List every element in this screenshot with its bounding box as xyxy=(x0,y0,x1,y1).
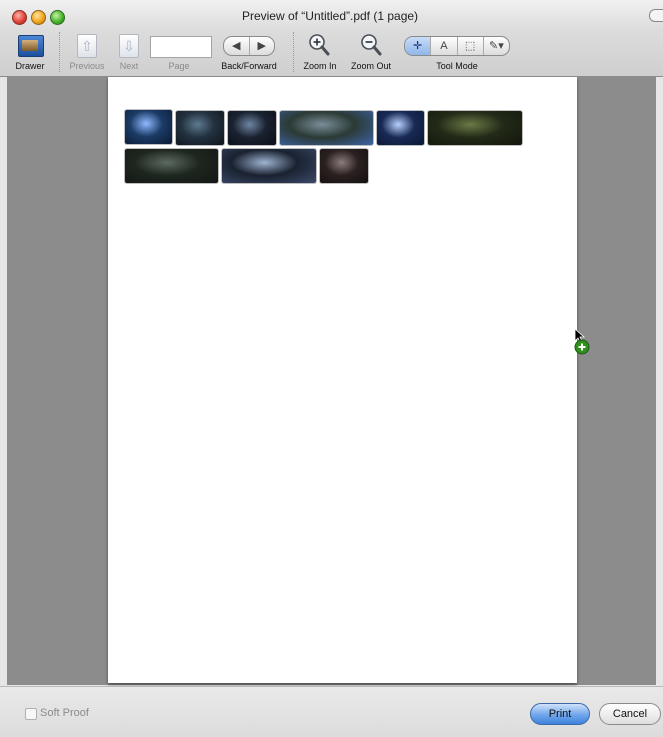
thumbnail-image[interactable] xyxy=(125,110,172,144)
page-item: Page xyxy=(150,32,208,72)
tool-mode-segment: ✛ A ⬚ ✎▾ xyxy=(404,36,510,56)
preview-window: Preview of “Untitled”.pdf (1 page) Drawe… xyxy=(0,0,663,737)
page-label: Page xyxy=(168,61,190,71)
drawer-button[interactable]: Drawer xyxy=(10,32,50,72)
thumbnail-image[interactable] xyxy=(222,149,316,183)
back-button[interactable]: ◀ xyxy=(224,37,250,55)
tool-mode-control: ✛ A ⬚ ✎▾ Tool Mode xyxy=(404,32,510,72)
forward-button[interactable]: ▶ xyxy=(250,37,275,55)
next-label: Next xyxy=(119,61,139,71)
soft-proof-checkbox[interactable] xyxy=(25,708,37,720)
previous-label: Previous xyxy=(69,61,105,71)
thumbnail-image[interactable] xyxy=(228,111,276,145)
zoom-out-button[interactable]: Zoom Out xyxy=(346,32,396,72)
previous-button[interactable]: ⇧ Previous xyxy=(68,32,106,72)
zoom-in-label: Zoom In xyxy=(303,61,337,71)
soft-proof-label[interactable]: Soft Proof xyxy=(40,707,89,719)
thumbnail-image[interactable] xyxy=(428,111,522,145)
select-tool-button[interactable]: ⬚ xyxy=(458,37,484,55)
close-window-button[interactable] xyxy=(12,10,27,25)
thumbnail-image[interactable] xyxy=(320,149,368,183)
move-tool-button[interactable]: ✛ xyxy=(405,37,432,55)
title-toolbar: Preview of “Untitled”.pdf (1 page) Drawe… xyxy=(0,0,663,77)
zoom-in-button[interactable]: Zoom In xyxy=(298,32,342,72)
thumbnail-image[interactable] xyxy=(280,111,373,145)
back-forward-label: Back/Forward xyxy=(221,61,277,71)
down-arrow-icon: ⇩ xyxy=(119,34,139,58)
zoom-out-icon xyxy=(361,34,382,56)
minimize-window-button[interactable] xyxy=(31,10,46,25)
toolbar-toggle-button[interactable] xyxy=(649,9,663,22)
thumbnail-image[interactable] xyxy=(125,149,218,183)
window-title: Preview of “Untitled”.pdf (1 page) xyxy=(241,9,419,23)
add-cursor-icon xyxy=(574,328,590,355)
up-arrow-icon: ⇧ xyxy=(77,34,97,58)
zoom-in-icon xyxy=(309,34,330,56)
thumbnail-image[interactable] xyxy=(176,111,224,145)
toolbar-separator xyxy=(59,32,60,72)
zoom-out-label: Zoom Out xyxy=(350,61,391,71)
drawer-label: Drawer xyxy=(15,61,45,71)
toolbar-separator xyxy=(293,32,294,72)
document-view[interactable] xyxy=(7,77,656,685)
cancel-button[interactable]: Cancel xyxy=(599,703,661,725)
next-button[interactable]: ⇩ Next xyxy=(110,32,148,72)
text-tool-button[interactable]: A xyxy=(431,37,458,55)
print-button[interactable]: Print xyxy=(530,703,590,725)
thumbnail-image[interactable] xyxy=(377,111,424,145)
bottom-bar: Soft Proof Print Cancel xyxy=(0,686,663,737)
back-forward-control: ◀ ▶ Back/Forward xyxy=(214,32,284,72)
zoom-window-button[interactable] xyxy=(50,10,65,25)
tool-mode-label: Tool Mode xyxy=(436,61,478,71)
annotate-tool-button[interactable]: ✎▾ xyxy=(484,37,509,55)
back-forward-segment: ◀ ▶ xyxy=(223,36,275,56)
drawer-icon xyxy=(18,35,44,57)
pdf-page xyxy=(108,77,590,683)
